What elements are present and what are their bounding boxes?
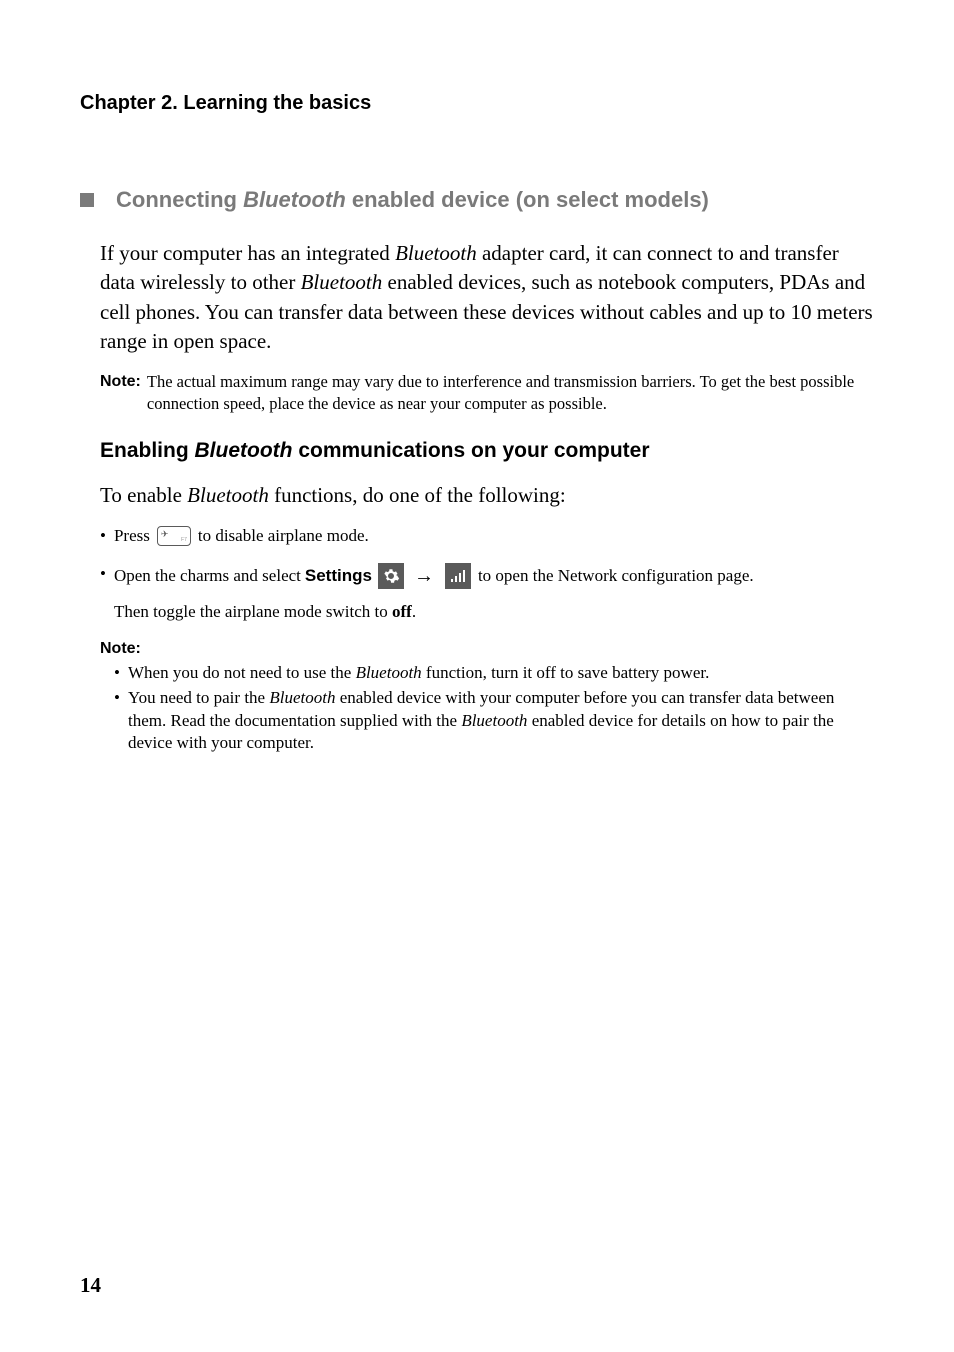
subheading-c: communications on your computer	[292, 439, 649, 462]
page-number: 14	[80, 1273, 101, 1298]
note2-1a: When you do not need to use the	[128, 663, 356, 682]
para1-a: If your computer has an integrated	[100, 241, 395, 265]
airplane-key-icon	[157, 526, 191, 546]
section-title-italic: Bluetooth	[243, 187, 346, 212]
note-label: Note:	[100, 371, 141, 416]
bullet2-c: Then toggle the airplane mode switch to	[114, 602, 392, 621]
note-text: The actual maximum range may vary due to…	[147, 371, 874, 416]
bullet-item-2: • Open the charms and select Settings → …	[100, 562, 874, 624]
para2: To enable Bluetooth functions, do one of…	[100, 481, 874, 510]
bullet-dot: •	[100, 524, 106, 548]
bullet2-off: off	[392, 602, 412, 621]
bullet-item-1: • Press to disable airplane mode.	[100, 524, 874, 548]
note2-item-2: You need to pair the Bluetooth enabled d…	[114, 687, 874, 756]
para2-a: To enable	[100, 483, 187, 507]
bullet-dot: •	[100, 562, 106, 586]
bullet2-b: to open the Network configuration page.	[478, 564, 754, 588]
settings-gear-icon	[378, 563, 404, 589]
bullet2-d: .	[412, 602, 416, 621]
sub-heading: Enabling Bluetooth communications on you…	[100, 439, 874, 463]
section-bullet-icon	[80, 193, 94, 207]
note2-1c: function, turn it off to save battery po…	[422, 663, 710, 682]
section-heading-row: Connecting Bluetooth enabled device (on …	[80, 187, 874, 213]
bullet2-a: Open the charms and select	[114, 564, 301, 588]
subheading-b: Bluetooth	[195, 439, 293, 462]
settings-label: Settings	[305, 564, 372, 588]
gear-svg	[382, 567, 400, 585]
note2-2d: Bluetooth	[461, 711, 527, 730]
section-title: Connecting Bluetooth enabled device (on …	[116, 187, 709, 213]
section-title-prefix: Connecting	[116, 187, 243, 212]
para1-b: Bluetooth	[395, 241, 477, 265]
subheading-a: Enabling	[100, 439, 195, 462]
para1-d: Bluetooth	[301, 270, 383, 294]
chapter-heading: Chapter 2. Learning the basics	[80, 92, 874, 115]
note2-1b: Bluetooth	[356, 663, 422, 682]
note2-2b: Bluetooth	[269, 688, 335, 707]
bullet1-b: to disable airplane mode.	[198, 524, 369, 548]
bullet1-a: Press	[114, 524, 150, 548]
arrow-icon: →	[414, 562, 434, 590]
para2-b: Bluetooth	[187, 483, 269, 507]
network-signal-icon	[445, 563, 471, 589]
intro-paragraph: If your computer has an integrated Bluet…	[100, 239, 874, 357]
para2-c: functions, do one of the following:	[269, 483, 566, 507]
note-block-2: Note: When you do not need to use the Bl…	[100, 638, 874, 755]
note2-label: Note:	[100, 638, 874, 660]
note2-item-1: When you do not need to use the Bluetoot…	[114, 662, 874, 685]
note-block-1: Note: The actual maximum range may vary …	[100, 371, 874, 416]
section-title-suffix: enabled device (on select models)	[346, 187, 709, 212]
note2-2a: You need to pair the	[128, 688, 269, 707]
